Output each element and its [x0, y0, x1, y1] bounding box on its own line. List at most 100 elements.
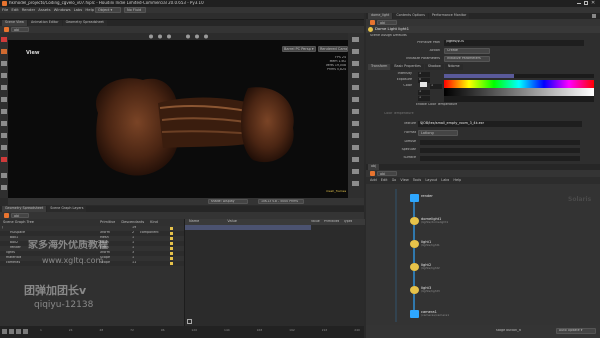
prim-count-display: 10K13 v.b - 5000 Prims — [258, 199, 304, 204]
network-menu-go[interactable]: Go — [392, 178, 397, 182]
param-value[interactable]: /lights/$OS — [444, 40, 584, 46]
row-descendants: 1 — [132, 246, 135, 249]
visibility-icon[interactable] — [170, 237, 173, 240]
light-node-icon[interactable] — [410, 240, 419, 248]
network-path[interactable]: obj — [377, 171, 397, 176]
param-label: Surface — [403, 156, 416, 159]
light-node-icon[interactable] — [410, 286, 419, 294]
viewport[interactable]: View Barrel PC Persp ▾ Rendered Camera ▾… — [8, 40, 348, 198]
obj-network-icon[interactable] — [4, 27, 9, 32]
network-menu-help[interactable]: Help — [453, 178, 461, 182]
network-menu-labs[interactable]: Labs — [441, 178, 449, 182]
details-tab[interactable]: Primitives — [324, 220, 340, 224]
frame-tick: 144 — [223, 329, 230, 332]
format-dropdown[interactable]: Latlong — [418, 130, 458, 136]
exposure-slider[interactable] — [444, 74, 594, 78]
close-icon[interactable]: ✕ — [591, 0, 595, 6]
tree-col-header[interactable]: Primitive — [100, 220, 115, 224]
menu-item-labs[interactable]: Labs — [74, 8, 83, 13]
network-menu-view[interactable]: View — [400, 178, 408, 182]
light-node-icon[interactable] — [410, 217, 419, 225]
frame-tick: 192 — [289, 329, 295, 332]
viewport-handle-icons[interactable] — [148, 34, 228, 39]
network-node-render[interactable]: render — [421, 194, 433, 198]
pane-menu-icon[interactable] — [592, 14, 596, 18]
checkbox[interactable] — [187, 319, 192, 324]
frame-tick: 24 — [68, 329, 73, 332]
stage-network-icon[interactable] — [370, 20, 375, 25]
shade-mode-dropdown[interactable]: shade: Display — [208, 199, 248, 204]
param-label: Action — [429, 49, 440, 52]
property-value[interactable]: 1 — [418, 72, 430, 77]
visibility-icon[interactable] — [170, 262, 173, 265]
network-menu-layout[interactable]: Layout — [425, 178, 437, 182]
menu-item-file[interactable]: File — [2, 8, 8, 13]
visibility-icon[interactable] — [170, 227, 173, 230]
param-sub-tab-0[interactable]: Transform — [368, 64, 391, 70]
stage-network-icon[interactable] — [370, 171, 375, 176]
timeline[interactable]: 1 24 48 72 96 120 144 168 192 216 240 — [0, 326, 364, 338]
details-selected-row[interactable] — [185, 225, 311, 230]
display-option-icons[interactable] — [348, 33, 364, 198]
visibility-icon[interactable] — [170, 247, 173, 250]
network-menu-add[interactable]: Add — [370, 178, 377, 182]
param-sub-tab-2[interactable]: Shadow — [424, 64, 444, 70]
minimize-icon[interactable] — [577, 3, 581, 4]
param-slider[interactable] — [420, 140, 580, 145]
property-value[interactable]: 1 — [418, 90, 430, 95]
format-row: Format Latlong — [366, 130, 600, 137]
param-sub-tab-1[interactable]: Basic Properties — [391, 64, 424, 70]
row-descendants: 1 — [132, 256, 135, 259]
param-sub-tab-3[interactable]: Ndome — [444, 64, 463, 70]
color-spectrum[interactable] — [444, 80, 594, 88]
camera-persp-dropdown[interactable]: Barrel PC Persp ▾ — [282, 46, 316, 52]
render-camera-dropdown[interactable]: Rendered Camera ▾ — [318, 46, 348, 52]
obj-network-icon[interactable] — [4, 213, 9, 218]
details-tab[interactable]: Value — [311, 220, 320, 224]
frame-tick: 240 — [354, 329, 360, 332]
network-menu-tools[interactable]: Tools — [413, 178, 422, 182]
tree-col-header[interactable]: Descendants — [121, 220, 144, 224]
params-path[interactable]: obj — [377, 20, 397, 25]
spreadsheet-path[interactable]: obj — [11, 213, 29, 218]
param-row: Specular — [366, 147, 600, 155]
menu-item-help[interactable]: Help — [85, 8, 94, 13]
window-controls[interactable]: ✕ — [577, 0, 597, 6]
param-slider[interactable] — [420, 156, 580, 161]
color-swatch[interactable] — [420, 82, 427, 87]
param-slider[interactable] — [420, 148, 580, 153]
param-value[interactable]: Initialize Parameters — [444, 56, 490, 62]
auto-update-dropdown[interactable]: Auto Update ▾ — [556, 328, 596, 334]
viewport-stats: FPS 24 Mem 1.6G Verts 19,008 Prims 5,824 — [308, 56, 346, 71]
param-value[interactable]: Create — [444, 48, 490, 54]
camera-node-icon[interactable] — [410, 310, 419, 318]
viewport-tool-icons[interactable] — [0, 33, 8, 198]
menu-item-edit[interactable]: Edit — [11, 8, 18, 13]
menu-item-render[interactable]: Render — [22, 8, 36, 13]
menu-item-assets[interactable]: Assets — [38, 8, 50, 13]
visibility-icon[interactable] — [170, 257, 173, 260]
scene-view-pathbar: obj — [0, 26, 364, 33]
visibility-icon[interactable] — [170, 252, 173, 255]
visibility-icon[interactable] — [170, 232, 173, 235]
enable-color-temp[interactable]: Enable Color Temperature — [416, 103, 457, 107]
rendered-mesh-object — [96, 78, 294, 176]
network-menu-edit[interactable]: Edit — [381, 178, 388, 182]
light-node-icon[interactable] — [410, 263, 419, 271]
frame-tick: 120 — [191, 329, 198, 332]
maximize-icon[interactable] — [584, 1, 588, 5]
details-tab[interactable]: Types — [343, 220, 352, 224]
network-node-path: /lights/light3 — [421, 290, 440, 293]
tree-col-header[interactable]: Kind — [150, 220, 158, 224]
menu-item-windows[interactable]: Windows — [54, 8, 71, 13]
network-editor[interactable]: Solaris render domelight1/lights/domeligh… — [366, 184, 600, 325]
param-label: Specular — [401, 148, 416, 151]
path-obj[interactable]: obj — [11, 27, 29, 32]
render-node-icon[interactable] — [410, 194, 419, 202]
visibility-icon[interactable] — [170, 242, 173, 245]
property-value[interactable]: 1 — [418, 96, 430, 101]
property-value[interactable]: 1 — [430, 84, 442, 89]
row-name: box1 — [10, 236, 19, 239]
color-value-bar[interactable] — [444, 88, 594, 96]
texture-field[interactable]: $JOB/tex/small_empty_room_3_4k.exr — [418, 121, 582, 127]
